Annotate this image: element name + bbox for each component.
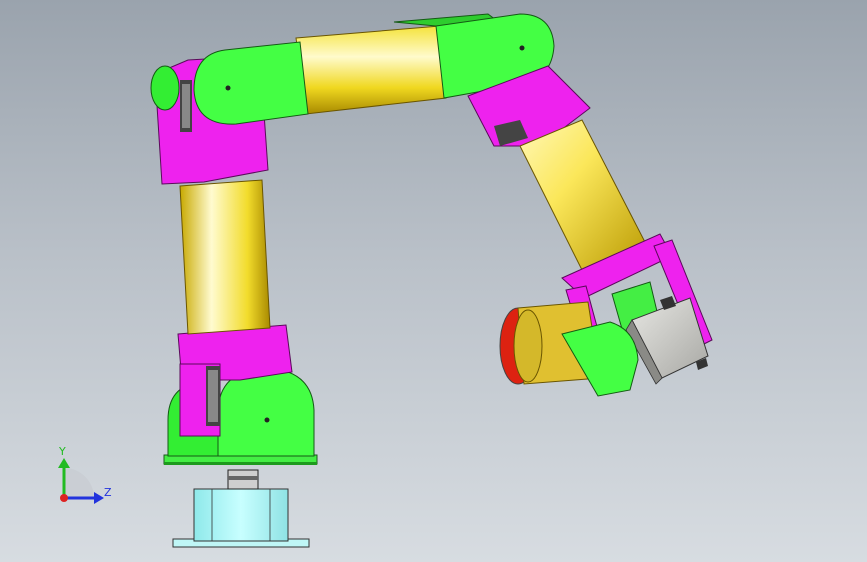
forearm-link[interactable] bbox=[295, 25, 447, 115]
triad-sector bbox=[64, 468, 94, 498]
origin-dot bbox=[60, 494, 68, 502]
y-axis-label: Y bbox=[58, 445, 66, 458]
stepper-base[interactable] bbox=[172, 469, 310, 548]
elbow-joint[interactable] bbox=[193, 41, 309, 125]
z-axis-label: Z bbox=[104, 486, 112, 499]
axis-triad: Y Z bbox=[58, 445, 112, 504]
robot-arm-model[interactable]: Y Z bbox=[0, 0, 867, 562]
cad-viewport[interactable]: Y Z bbox=[0, 0, 867, 562]
z-axis-arrowhead bbox=[94, 492, 104, 504]
y-axis-arrowhead bbox=[58, 458, 70, 468]
upper-arm-link[interactable] bbox=[179, 179, 271, 335]
